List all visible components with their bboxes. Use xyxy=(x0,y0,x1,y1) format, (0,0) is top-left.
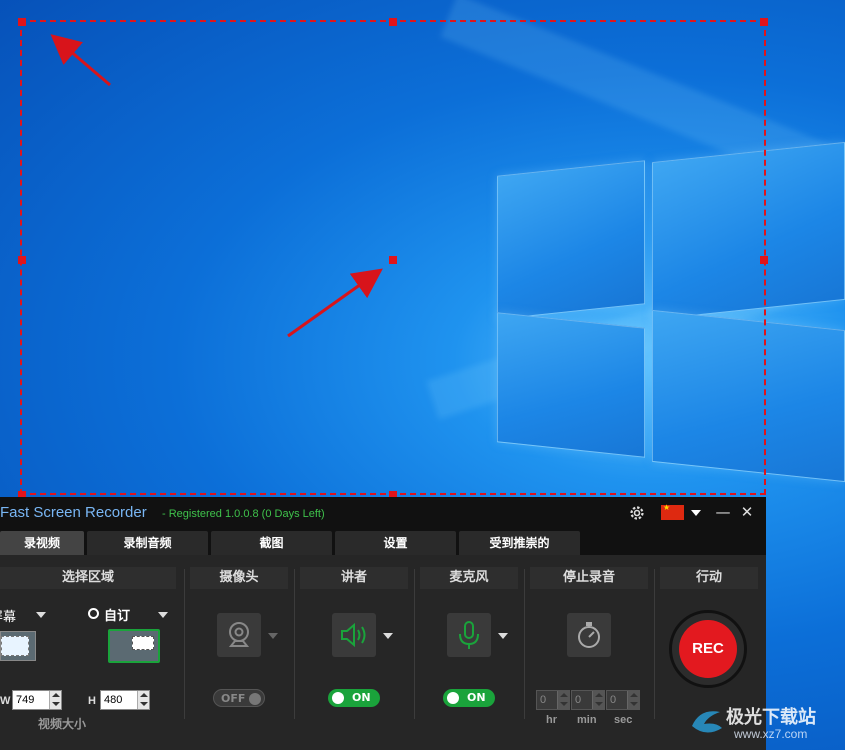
tab-screenshot[interactable]: 截图 xyxy=(211,531,332,555)
registration-status: - Registered 1.0.0.8 (0 Days Left) xyxy=(162,508,325,520)
title-bar: Fast Screen Recorder - Registered 1.0.0.… xyxy=(0,497,766,529)
watermark-url: www.xz7.com xyxy=(734,727,808,741)
arrow-to-center xyxy=(287,268,383,338)
speaker-header: 讲者 xyxy=(300,567,408,589)
webcam-toggle[interactable]: OFF xyxy=(213,689,265,707)
min-stepper[interactable]: 0 xyxy=(571,690,605,710)
hr-stepper-arrows-icon[interactable] xyxy=(557,691,569,709)
watermark-logo-icon xyxy=(692,711,722,733)
speaker-button[interactable] xyxy=(332,613,376,657)
app-title: Fast Screen Recorder xyxy=(0,504,147,521)
sec-stepper[interactable]: 0 xyxy=(606,690,640,710)
divider xyxy=(524,569,525,719)
width-stepper[interactable]: 749 xyxy=(12,690,62,710)
custom-preview-icon[interactable] xyxy=(108,629,160,663)
record-video-panel: 选择区域 屏幕 自订 W 749 H 480 视频大小 摄像头 xyxy=(0,555,766,750)
close-button[interactable]: ✕ xyxy=(738,503,756,521)
mic-toggle[interactable]: ON xyxy=(443,689,495,707)
tab-bar: 录视频 录制音频 截图 设置 受到推崇的 xyxy=(0,529,766,555)
tab-record-audio[interactable]: 录制音频 xyxy=(87,531,208,555)
tab-settings[interactable]: 设置 xyxy=(335,531,456,555)
width-label: W xyxy=(0,695,11,707)
toggle-knob xyxy=(332,692,344,704)
webcam-header: 摄像头 xyxy=(190,567,288,589)
stop-header: 停止录音 xyxy=(530,567,648,589)
fullscreen-preview-icon[interactable] xyxy=(0,631,36,661)
gear-icon[interactable] xyxy=(628,504,646,522)
divider xyxy=(184,569,185,719)
sec-stepper-arrows-icon[interactable] xyxy=(627,691,639,709)
divider xyxy=(654,569,655,719)
divider xyxy=(414,569,415,719)
webcam-icon xyxy=(228,622,250,647)
watermark-title: 极光下载站 xyxy=(726,707,816,728)
width-stepper-arrows-icon[interactable] xyxy=(49,691,61,709)
fullscreen-option-label[interactable]: 屏幕 xyxy=(0,606,16,625)
rec-button[interactable]: REC xyxy=(669,610,747,688)
custom-dropdown-icon[interactable] xyxy=(158,612,168,618)
rec-label: REC xyxy=(679,620,737,678)
microphone-icon xyxy=(459,621,479,649)
speaker-dropdown-icon[interactable] xyxy=(383,633,393,639)
toggle-knob xyxy=(447,692,459,704)
custom-radio-icon[interactable] xyxy=(88,608,99,619)
min-label: min xyxy=(577,714,597,726)
speaker-toggle[interactable]: ON xyxy=(328,689,380,707)
divider xyxy=(294,569,295,719)
toggle-knob xyxy=(249,693,261,705)
speaker-icon xyxy=(341,622,366,648)
watermark: 极光下载站 www.xz7.com xyxy=(686,700,845,750)
custom-option-label[interactable]: 自订 xyxy=(104,605,130,624)
height-label: H xyxy=(88,695,96,707)
hr-label: hr xyxy=(546,714,557,726)
stopwatch-icon xyxy=(578,622,600,648)
tab-record-video[interactable]: 录视频 xyxy=(0,531,84,555)
height-stepper-arrows-icon[interactable] xyxy=(137,691,149,709)
hr-stepper[interactable]: 0 xyxy=(536,690,570,710)
minimize-button[interactable]: — xyxy=(714,503,732,521)
area-header: 选择区域 xyxy=(0,567,176,589)
mic-dropdown-icon[interactable] xyxy=(498,633,508,639)
recorder-window: Fast Screen Recorder - Registered 1.0.0.… xyxy=(0,497,766,750)
height-stepper[interactable]: 480 xyxy=(100,690,150,710)
sec-label: sec xyxy=(614,714,633,726)
fullscreen-dropdown-icon[interactable] xyxy=(36,612,46,618)
china-flag-icon[interactable] xyxy=(661,503,684,520)
webcam-dropdown-icon[interactable] xyxy=(268,633,278,639)
mic-header: 麦克风 xyxy=(420,567,518,589)
mic-button[interactable] xyxy=(447,613,491,657)
timer-button[interactable] xyxy=(567,613,611,657)
video-size-caption: 视频大小 xyxy=(38,717,87,731)
language-dropdown-icon[interactable] xyxy=(691,510,701,516)
arrow-to-corner xyxy=(50,34,111,87)
min-stepper-arrows-icon[interactable] xyxy=(592,691,604,709)
webcam-button[interactable] xyxy=(217,613,261,657)
action-header: 行动 xyxy=(660,567,758,589)
tab-recommended[interactable]: 受到推崇的 xyxy=(459,531,580,555)
